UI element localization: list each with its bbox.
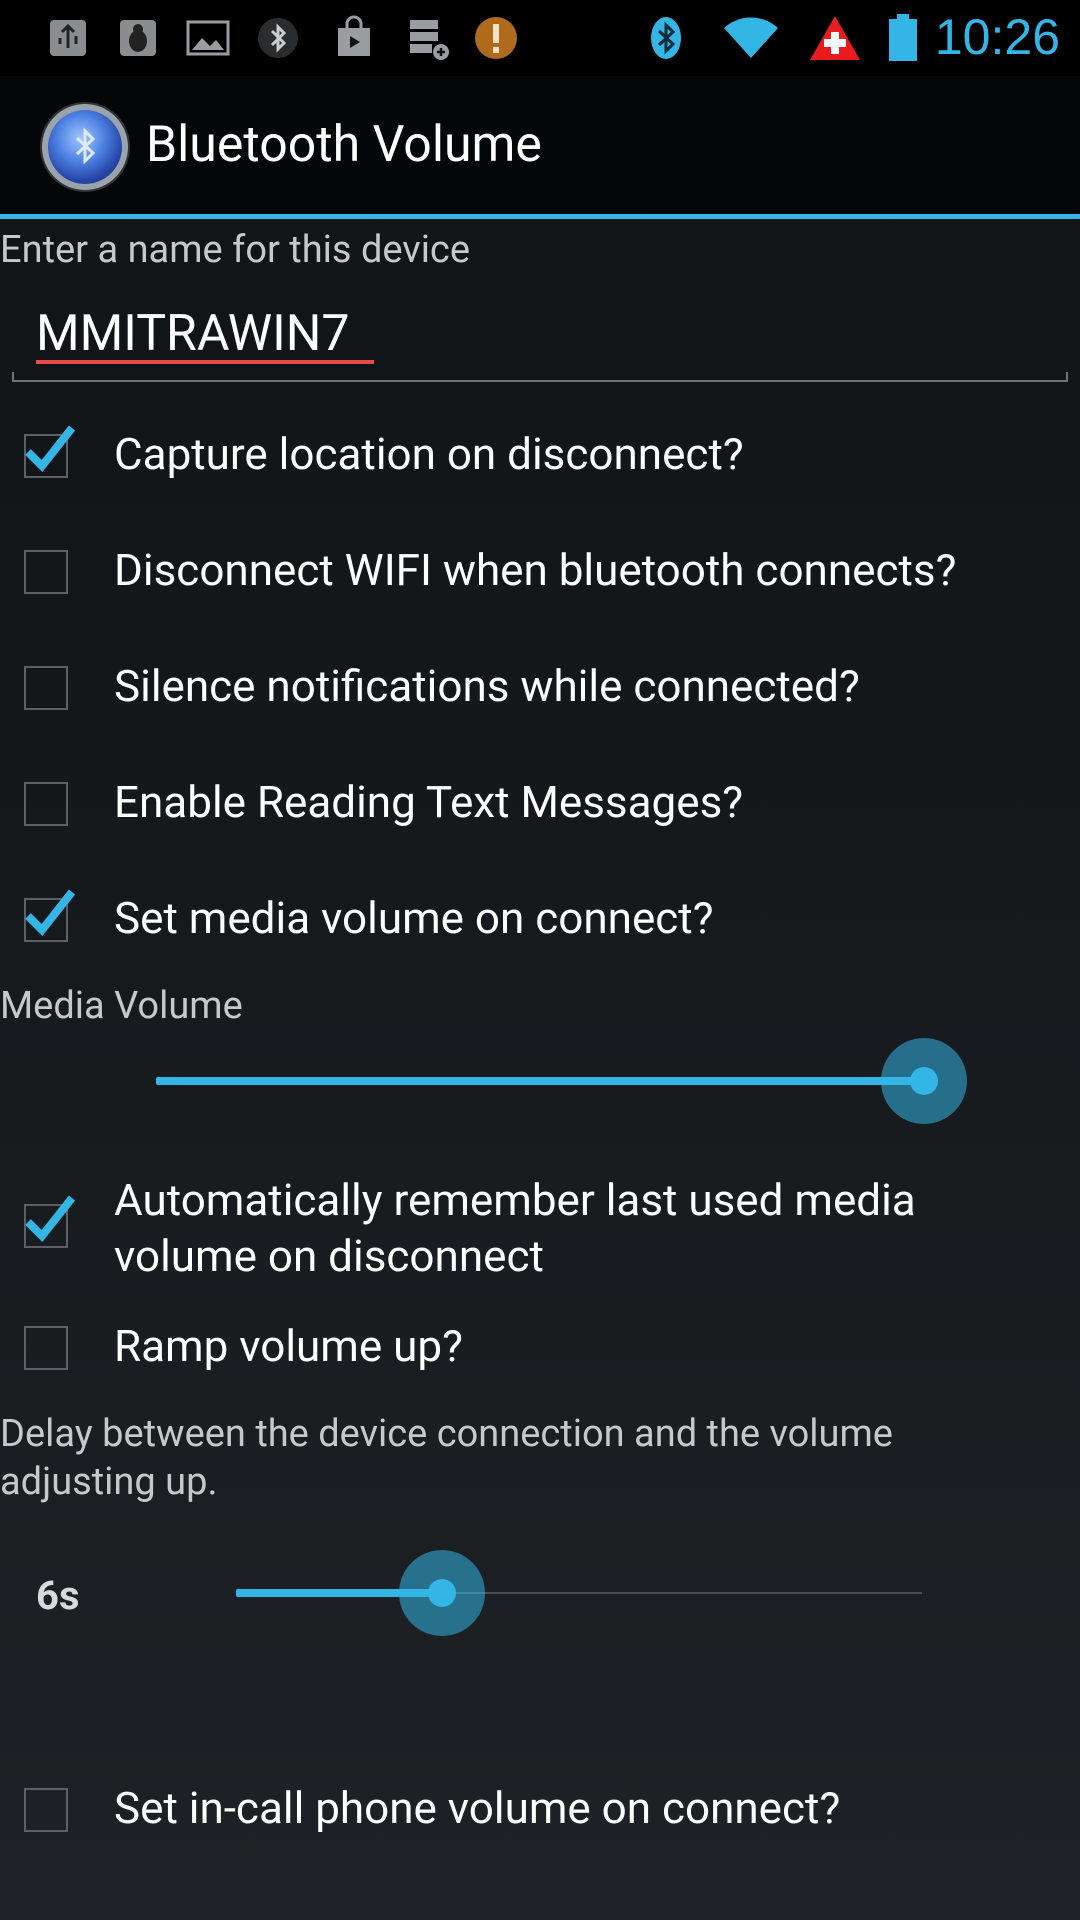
action-bar-divider	[0, 214, 1080, 219]
bluetooth-app-icon[interactable]	[42, 104, 128, 190]
option-ramp-volume[interactable]: Ramp volume up?	[0, 1318, 1080, 1378]
option-remember-media-volume[interactable]: Automatically remember last used media v…	[0, 1172, 1080, 1288]
checkbox[interactable]	[24, 1788, 68, 1832]
action-bar: Bluetooth Volume	[0, 76, 1080, 214]
delay-slider[interactable]	[236, 1548, 922, 1638]
option-label: Set media volume on connect?	[114, 892, 714, 944]
status-bar: 10:26	[0, 0, 1080, 76]
delay-label-line1: Delay between the device connection and …	[0, 1412, 893, 1456]
option-disconnect-wifi[interactable]: Disconnect WIFI when bluetooth connects?	[0, 542, 1080, 602]
option-label-line2: volume on disconnect	[114, 1230, 544, 1282]
option-reading-text-messages[interactable]: Enable Reading Text Messages?	[0, 774, 1080, 834]
option-set-incall-volume[interactable]: Set in-call phone volume on connect?	[0, 1780, 1080, 1840]
option-silence-notifications[interactable]: Silence notifications while connected?	[0, 658, 1080, 718]
swiss-flag-icon	[808, 14, 862, 62]
usb-icon	[44, 14, 92, 62]
checkbox[interactable]	[24, 782, 68, 826]
option-label-line1: Automatically remember last used media	[114, 1174, 916, 1226]
clock: 10:26	[934, 9, 1060, 65]
alert-icon	[472, 14, 520, 62]
storage-icon	[404, 14, 452, 62]
checkbox[interactable]	[24, 889, 76, 942]
option-capture-location[interactable]: Capture location on disconnect?	[0, 425, 1080, 486]
checkbox[interactable]	[24, 550, 68, 594]
bug-icon	[114, 14, 162, 62]
media-volume-label: Media Volume	[0, 984, 243, 1028]
slider-thumb-dot	[910, 1067, 938, 1095]
device-name-label: Enter a name for this device	[0, 228, 470, 272]
slider-thumb-dot	[427, 1579, 456, 1607]
image-icon	[184, 14, 232, 62]
delay-value: 6s	[36, 1572, 80, 1619]
app-title: Bluetooth Volume	[146, 116, 542, 174]
option-label: Enable Reading Text Messages?	[114, 776, 744, 828]
battery-icon	[888, 14, 918, 62]
media-volume-slider[interactable]	[156, 1036, 967, 1126]
option-label: Disconnect WIFI when bluetooth connects?	[114, 544, 957, 596]
spellcheck-underline	[36, 360, 374, 364]
delay-label-line2: adjusting up.	[0, 1460, 218, 1504]
option-set-media-volume[interactable]: Set media volume on connect?	[0, 889, 1080, 950]
option-label: Silence notifications while connected?	[114, 660, 860, 712]
play-store-icon	[330, 14, 378, 62]
checkbox[interactable]	[24, 1326, 68, 1370]
bluetooth-icon	[642, 14, 690, 62]
checkbox[interactable]	[24, 666, 68, 710]
checkbox[interactable]	[24, 425, 76, 478]
device-name-field-line	[12, 372, 1068, 382]
option-label: Set in-call phone volume on connect?	[114, 1782, 841, 1834]
option-label: Ramp volume up?	[114, 1320, 463, 1372]
device-name-input[interactable]: MMITRAWIN7	[36, 305, 350, 363]
bluetooth-small-icon	[254, 14, 302, 62]
slider-fill	[156, 1077, 924, 1085]
wifi-icon	[722, 14, 780, 62]
option-label: Capture location on disconnect?	[114, 428, 744, 480]
checkbox[interactable]	[24, 1195, 76, 1248]
